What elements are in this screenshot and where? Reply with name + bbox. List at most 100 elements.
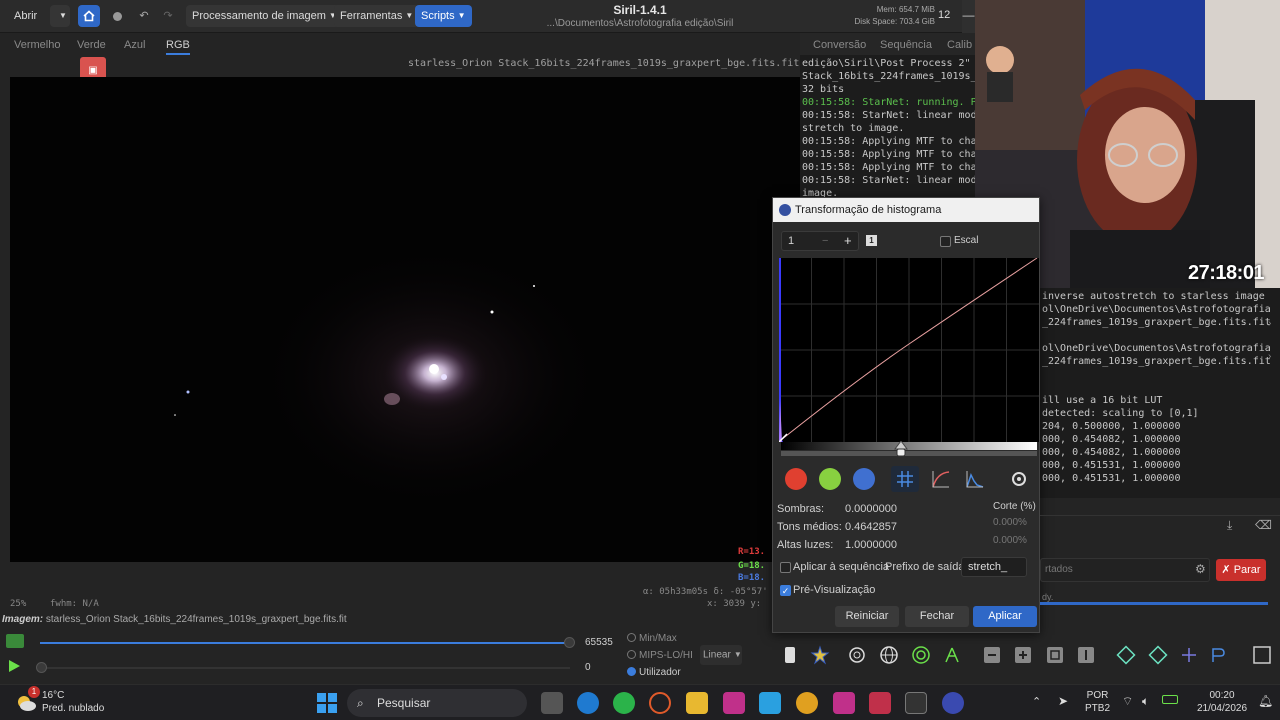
stop-button[interactable]: ✗ Parar <box>1216 559 1266 581</box>
green-channel-toggle[interactable] <box>819 468 841 490</box>
image-viewport[interactable] <box>10 77 800 562</box>
mirror-icon[interactable] <box>1177 643 1201 667</box>
volume-icon[interactable]: 🔈︎ <box>1142 694 1149 709</box>
zoom-out-icon[interactable] <box>980 643 1004 667</box>
tab-rgb[interactable]: RGB <box>166 39 190 55</box>
cpu-threads[interactable]: 12 <box>938 9 950 21</box>
notifications-icon[interactable]: 🔔︎ <box>1258 694 1273 708</box>
fits-viewer-icon[interactable] <box>869 692 891 714</box>
shadows-input[interactable]: 0.0000000 <box>845 503 897 515</box>
fwhm-readout: fwhm: N/A <box>50 599 99 609</box>
minimize-button[interactable]: — <box>962 0 975 33</box>
preview-checkbox[interactable]: ✓ <box>780 585 791 596</box>
midtones-input[interactable]: 0.4642857 <box>845 521 897 533</box>
tab-green[interactable]: Verde <box>77 39 106 51</box>
rotate-right-icon[interactable] <box>1146 643 1170 667</box>
play-icon[interactable] <box>6 658 22 674</box>
zoom-one-icon[interactable] <box>1074 643 1098 667</box>
original-histogram-toggle[interactable] <box>961 466 989 492</box>
task-view-icon[interactable] <box>541 692 563 714</box>
apply-button[interactable]: Aplicar <box>973 606 1037 627</box>
star-icon[interactable] <box>808 643 832 667</box>
globe-icon[interactable] <box>877 643 901 667</box>
fullscreen-icon[interactable] <box>1250 643 1274 667</box>
midtone-handle[interactable] <box>894 440 908 457</box>
whatsapp-icon[interactable] <box>613 692 635 714</box>
photometry-icon[interactable] <box>845 643 869 667</box>
prefix-input[interactable]: stretch_ <box>961 557 1027 577</box>
recent-files-dropdown[interactable]: ▼ <box>50 5 70 27</box>
chrome-icon[interactable] <box>796 692 818 714</box>
tab-calibration[interactable]: Calib <box>947 39 972 51</box>
memory-usage: Mem: 654.7 MiB <box>876 5 935 14</box>
script-command-input[interactable]: rtados <box>1040 558 1210 582</box>
histogram-icon[interactable] <box>6 634 24 648</box>
tray-chevron-icon[interactable]: ⌃ <box>1032 695 1041 708</box>
telescope-icon[interactable] <box>940 643 964 667</box>
reset-button[interactable]: Reiniciar <box>835 606 899 627</box>
settings-icon[interactable]: ⚙ <box>1195 562 1206 576</box>
astrometry-icon[interactable] <box>1208 643 1232 667</box>
weather-widget[interactable]: 16°C Pred. nublado <box>42 689 104 715</box>
dialog-titlebar[interactable]: Transformação de histograma <box>773 198 1039 222</box>
edge-icon[interactable] <box>577 692 599 714</box>
system-clock[interactable]: 00:20 21/04/2026 <box>1190 689 1254 715</box>
close-button[interactable]: Fechar <box>905 606 969 627</box>
menu-tools[interactable]: Ferramentas ▼ <box>334 5 420 27</box>
log-line: 00:15:58: Applying MTF to cha <box>802 162 975 173</box>
menu-scripts[interactable]: Scripts ▼ <box>415 5 472 27</box>
prefix-label: Prefixo de saída: <box>885 561 968 573</box>
tab-blue[interactable]: Azul <box>124 39 145 51</box>
zoom-increase-button[interactable]: + <box>844 232 852 250</box>
max-slider-track[interactable] <box>40 642 570 644</box>
target-icon[interactable] <box>909 643 933 667</box>
mode-mips[interactable]: MIPS-LO/HI <box>627 650 693 661</box>
mode-minmax[interactable]: Min/Max <box>627 633 677 644</box>
max-slider-knob[interactable] <box>564 637 575 648</box>
tab-red[interactable]: Vermelho <box>14 39 60 51</box>
app-icon[interactable] <box>759 692 781 714</box>
curve-toggle[interactable] <box>927 466 955 492</box>
app-icon[interactable] <box>833 692 855 714</box>
grid-toggle[interactable] <box>891 466 919 492</box>
language-indicator[interactable]: POR PTB2 <box>1085 689 1110 715</box>
auto-stretch-button[interactable] <box>1005 466 1033 492</box>
apply-sequence-checkbox[interactable] <box>780 562 791 573</box>
battery-icon[interactable] <box>1162 695 1178 704</box>
clear-log-icon[interactable]: ⌫ <box>1255 518 1272 532</box>
siril-icon[interactable] <box>942 692 964 714</box>
mode-user[interactable]: Utilizador <box>627 667 681 678</box>
windows-start-icon[interactable] <box>316 692 338 714</box>
zoom-fit-icon[interactable] <box>1043 643 1067 667</box>
min-slider-knob[interactable] <box>36 662 47 673</box>
redo-button[interactable]: ↷ <box>157 5 179 27</box>
tab-sequence[interactable]: Sequência <box>880 39 932 51</box>
download-icon[interactable]: ⤓ <box>1227 518 1232 533</box>
stretch-select[interactable]: Linear ▼ <box>700 645 742 665</box>
app-icon[interactable] <box>723 692 745 714</box>
file-explorer-icon[interactable] <box>686 692 708 714</box>
red-channel-toggle[interactable] <box>785 468 807 490</box>
memory-info: Mem: 654.7 MiB Disk Space: 703.4 GiB <box>850 4 935 28</box>
terminal-icon[interactable] <box>905 692 927 714</box>
origin-icon[interactable] <box>649 692 671 714</box>
zoom-decrease-button[interactable]: − <box>822 232 828 250</box>
undo-button[interactable]: ↶ <box>133 5 155 27</box>
phone-icon[interactable] <box>778 643 802 667</box>
zoom-spinner[interactable]: 1 − + <box>781 231 859 251</box>
menu-image-processing[interactable]: Processamento de imagem ▼ <box>186 5 343 27</box>
rotate-left-icon[interactable] <box>1114 643 1138 667</box>
scale-checkbox[interactable] <box>940 236 951 247</box>
location-icon[interactable]: ➤ <box>1058 694 1068 708</box>
min-slider-track[interactable] <box>40 667 570 669</box>
highlights-input[interactable]: 1.0000000 <box>845 539 897 551</box>
tab-conversion[interactable]: Conversão <box>813 39 866 51</box>
open-button[interactable]: Abrir <box>8 5 43 27</box>
home-button[interactable] <box>78 5 100 27</box>
blue-channel-toggle[interactable] <box>853 468 875 490</box>
record-button[interactable] <box>106 5 128 27</box>
zoom-in-icon[interactable] <box>1011 643 1035 667</box>
histogram-plot[interactable] <box>779 258 1039 442</box>
wifi-icon[interactable]: ⌔ <box>1122 694 1133 709</box>
taskbar-search[interactable]: ⌕ Pesquisar <box>347 689 527 717</box>
